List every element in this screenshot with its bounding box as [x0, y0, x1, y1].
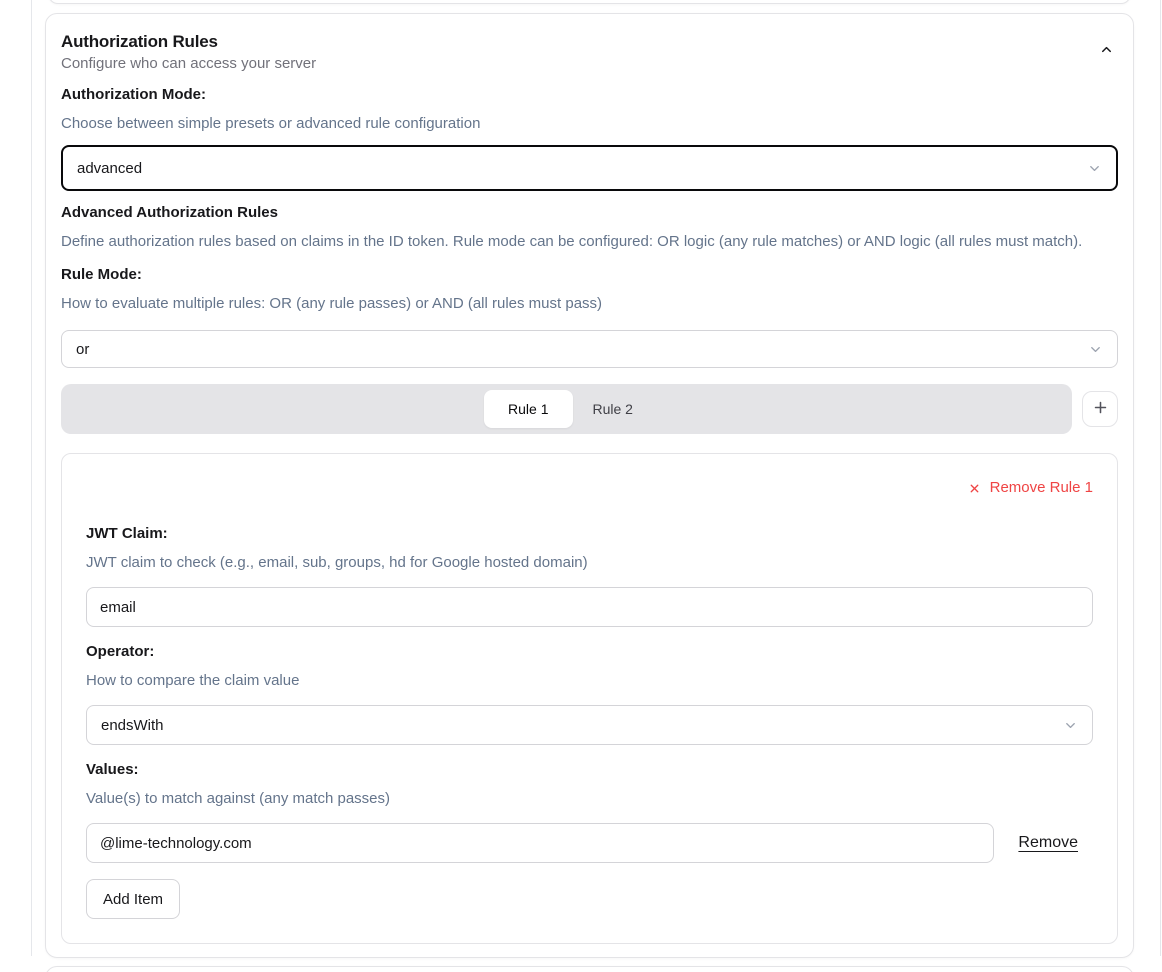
auth-mode-description: Choose between simple presets or advance…	[61, 114, 1118, 134]
page-title: Authorization Rules	[61, 30, 316, 54]
chevron-down-icon	[1087, 161, 1102, 176]
collapse-section-button[interactable]	[1095, 38, 1118, 64]
authorization-rules-card: Authorization Rules Configure who can ac…	[45, 13, 1134, 958]
previous-section-card	[48, 0, 1131, 4]
operator-select[interactable]: endsWith	[86, 705, 1093, 745]
rule-mode-select-value: or	[76, 341, 89, 358]
x-icon	[968, 482, 981, 495]
values-label: Values:	[86, 760, 1093, 780]
card-header: Authorization Rules Configure who can ac…	[61, 30, 1118, 72]
rule-mode-label: Rule Mode:	[61, 265, 1118, 285]
auth-mode-label: Authorization Mode:	[61, 85, 1118, 105]
jwt-claim-input[interactable]	[86, 587, 1093, 627]
value-item-row: Remove	[86, 823, 1093, 863]
value-input[interactable]	[86, 823, 994, 863]
add-rule-button[interactable]	[1082, 391, 1118, 427]
advanced-rules-title: Advanced Authorization Rules	[61, 203, 1118, 223]
operator-select-value: endsWith	[101, 717, 164, 734]
auth-mode-select-value: advanced	[77, 160, 142, 177]
plus-icon	[1092, 399, 1109, 419]
add-item-button[interactable]: Add Item	[86, 879, 180, 919]
values-description: Value(s) to match against (any match pas…	[86, 789, 1093, 809]
jwt-claim-description: JWT claim to check (e.g., email, sub, gr…	[86, 553, 1093, 573]
remove-rule-button[interactable]: Remove Rule 1	[968, 478, 1093, 498]
auth-mode-select[interactable]: advanced	[61, 145, 1118, 191]
rule-tabs-row: Rule 1 Rule 2	[61, 384, 1118, 434]
tab-rule-2[interactable]: Rule 2	[577, 390, 649, 428]
next-section-card	[45, 966, 1134, 972]
rule-1-panel: Remove Rule 1 JWT Claim: JWT claim to ch…	[61, 453, 1118, 944]
rule-tabs-bar: Rule 1 Rule 2	[61, 384, 1072, 434]
advanced-rules-description: Define authorization rules based on clai…	[61, 232, 1118, 252]
operator-label: Operator:	[86, 642, 1093, 662]
rule-mode-description: How to evaluate multiple rules: OR (any …	[61, 294, 1118, 314]
page-subtitle: Configure who can access your server	[61, 56, 316, 72]
chevron-up-icon	[1099, 42, 1114, 60]
tab-rule-1[interactable]: Rule 1	[484, 390, 572, 428]
rule-mode-select[interactable]: or	[61, 330, 1118, 368]
card-header-text: Authorization Rules Configure who can ac…	[61, 30, 316, 72]
remove-rule-row: Remove Rule 1	[86, 478, 1093, 498]
jwt-claim-label: JWT Claim:	[86, 524, 1093, 544]
settings-panel: Authorization Rules Configure who can ac…	[31, 0, 1162, 972]
chevron-down-icon	[1063, 718, 1078, 733]
remove-rule-label: Remove Rule 1	[990, 478, 1093, 498]
remove-value-link[interactable]: Remove	[1018, 834, 1078, 852]
chevron-down-icon	[1088, 342, 1103, 357]
operator-description: How to compare the claim value	[86, 671, 1093, 691]
